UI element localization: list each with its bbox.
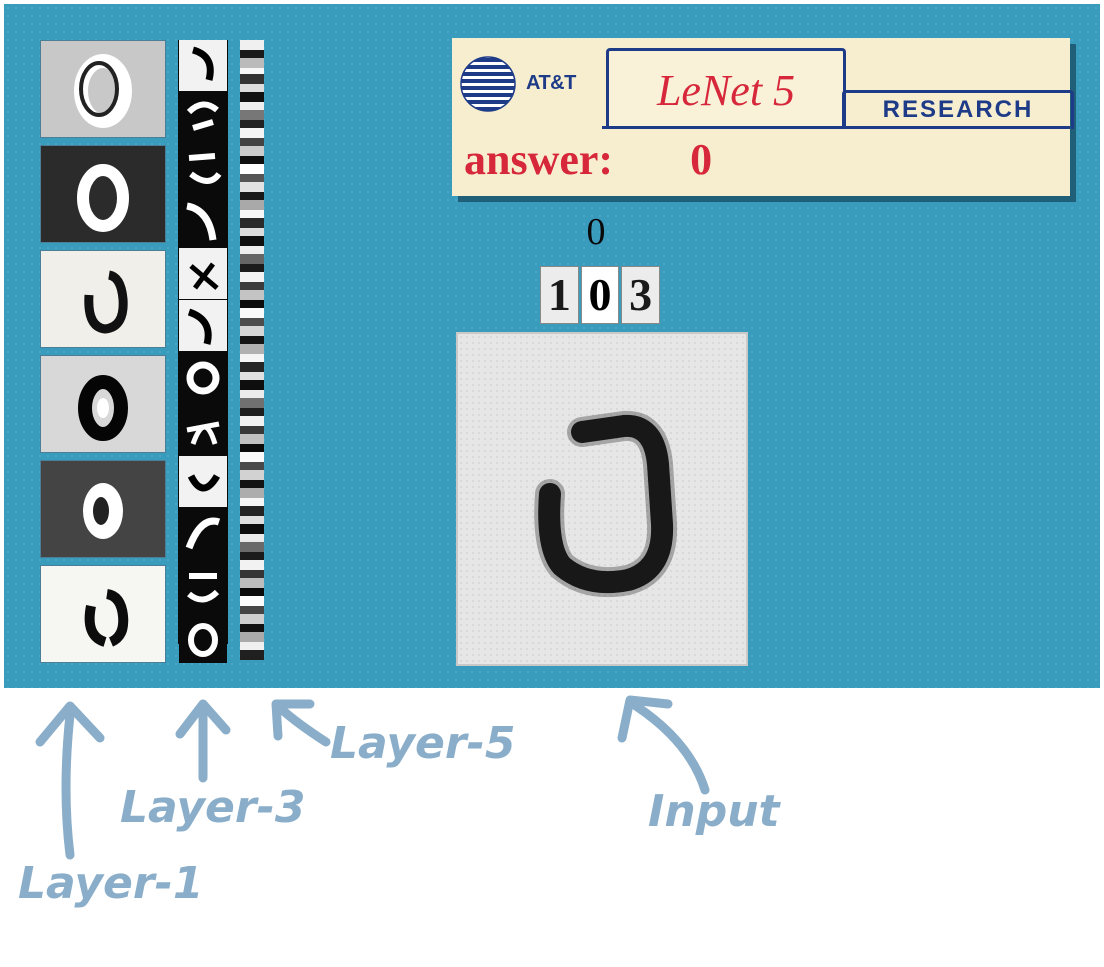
layer3-map <box>179 508 227 559</box>
candidate-digit: 3 <box>621 266 661 324</box>
caption-layer3: Layer-3 <box>120 782 306 833</box>
layer1-map <box>40 145 166 243</box>
handwritten-digit-stroke <box>534 410 678 598</box>
caption-input: Input <box>648 786 780 837</box>
candidate-digit: 1 <box>540 266 579 324</box>
layer1-map <box>40 565 166 663</box>
answer-row: answer: 0 <box>464 134 712 190</box>
arrow-up-icon <box>617 695 710 795</box>
lenet-title: LeNet 5 <box>656 66 796 115</box>
layer3-map <box>179 404 227 455</box>
candidate-digits: 1 0 3 <box>540 266 662 324</box>
layer3-map <box>179 456 227 507</box>
layer5-units <box>240 40 264 660</box>
lenet-banner: AT&T LeNet 5 RESEARCH answer: 0 <box>452 38 1074 196</box>
caption-layer1: Layer-1 <box>18 858 204 909</box>
layer3-map <box>179 300 227 351</box>
answer-label: answer: <box>464 135 614 184</box>
arrow-up-icon <box>175 699 231 783</box>
layer1-map <box>40 250 166 348</box>
caption-layer5: Layer-5 <box>330 718 516 769</box>
layer1-feature-maps <box>40 40 166 670</box>
tab-divider <box>602 126 1070 129</box>
att-logo: AT&T <box>460 56 590 114</box>
layer3-map <box>179 92 227 143</box>
layer3-map <box>179 352 227 403</box>
layer3-map <box>179 612 227 663</box>
predicted-digit: 0 <box>586 211 606 253</box>
layer3-map <box>179 248 227 299</box>
arrow-up-icon <box>271 699 331 747</box>
att-logo-text: AT&T <box>526 72 576 94</box>
layer3-feature-maps <box>178 40 228 663</box>
layer1-map <box>40 355 166 453</box>
layer3-map <box>179 560 227 611</box>
tab-research[interactable]: RESEARCH <box>842 90 1074 129</box>
layer3-map <box>179 196 227 247</box>
input-digit-canvas[interactable] <box>456 332 748 666</box>
layer3-map <box>179 40 227 91</box>
layer5-feature-strip <box>240 40 264 660</box>
answer-value: 0 <box>690 135 713 184</box>
arrow-up-icon <box>35 701 105 860</box>
research-label: RESEARCH <box>882 96 1034 123</box>
layer1-map <box>40 460 166 558</box>
lenet-demo-screen: AT&T LeNet 5 RESEARCH answer: 0 0 1 0 3 <box>4 4 1100 688</box>
layer3-map <box>179 144 227 195</box>
att-globe-icon <box>460 56 516 112</box>
candidate-digit-selected: 0 <box>580 266 620 324</box>
layer1-map <box>40 40 166 138</box>
tab-lenet5[interactable]: LeNet 5 <box>606 48 846 129</box>
